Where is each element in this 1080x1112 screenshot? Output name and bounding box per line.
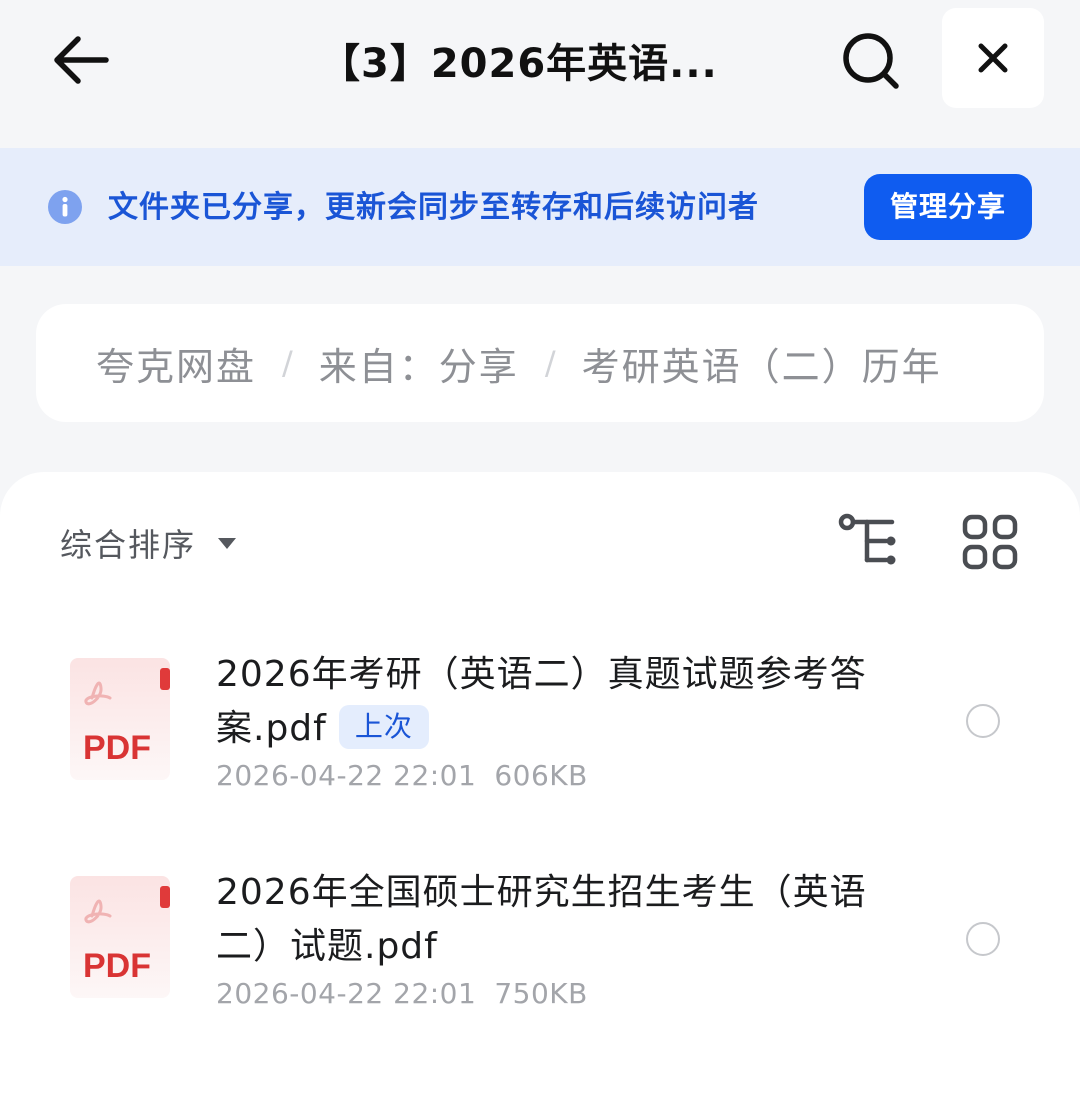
file-date: 2026-04-22 22:01 — [216, 759, 477, 792]
caret-down-icon — [218, 537, 237, 549]
file-meta: 2026-04-22 22:01 606KB — [216, 756, 588, 796]
file-row[interactable]: PDF 2026年全国硕士研究生招生考生（英语二）试题.pdf 2026-04-… — [0, 860, 1080, 1050]
file-row[interactable]: PDF 2026年考研（英语二）真题试题参考答案.pdf 上次 2026-04-2… — [0, 642, 1080, 832]
file-list-panel: 综合排序 PDF 2026年考研（英语二）真题试题参考答案.pdf 上次 202… — [0, 472, 1080, 1112]
banner-message: 文件夹已分享，更新会同步至转存和后续访问者 — [108, 190, 759, 225]
grid-view-icon[interactable] — [962, 514, 1018, 570]
breadcrumb-item-current[interactable]: 考研英语（二）历年 — [582, 336, 942, 391]
file-meta: 2026-04-22 22:01 750KB — [216, 974, 588, 1014]
sort-label: 综合排序 — [60, 526, 197, 564]
breadcrumb-item-root[interactable]: 夸克网盘 — [96, 336, 256, 391]
file-date: 2026-04-22 22:01 — [216, 977, 477, 1010]
manage-share-button[interactable]: 管理分享 — [864, 174, 1032, 240]
pdf-file-icon: PDF — [70, 876, 170, 998]
breadcrumb-separator: / — [282, 344, 293, 382]
close-icon — [978, 43, 1008, 73]
last-opened-badge: 上次 — [338, 705, 429, 749]
close-button[interactable] — [942, 8, 1044, 108]
sort-dropdown[interactable]: 综合排序 — [60, 520, 237, 566]
arrow-left-icon — [54, 36, 109, 84]
svg-text:PDF: PDF — [83, 947, 151, 985]
pdf-file-icon: PDF — [70, 658, 170, 780]
search-button[interactable] — [838, 28, 904, 94]
select-radio[interactable] — [966, 922, 1000, 956]
breadcrumb-item-shared[interactable]: 来自：分享 — [319, 336, 519, 391]
file-name: 2026年考研（英语二）真题试题参考答案.pdf 上次 — [216, 654, 867, 749]
svg-text:PDF: PDF — [83, 729, 151, 767]
breadcrumb: 夸克网盘 / 来自：分享 / 考研英语（二）历年 — [36, 304, 1044, 422]
select-radio[interactable] — [966, 704, 1000, 738]
breadcrumb-separator: / — [544, 344, 556, 382]
tree-view-icon[interactable] — [836, 512, 900, 572]
share-info-banner: 文件夹已分享，更新会同步至转存和后续访问者 管理分享 — [0, 148, 1080, 266]
search-icon — [843, 33, 899, 89]
back-button[interactable] — [48, 30, 112, 90]
info-icon — [48, 190, 82, 224]
file-name: 2026年全国硕士研究生招生考生（英语二）试题.pdf — [216, 872, 867, 967]
file-size: 606KB — [494, 759, 588, 792]
page-title: 【3】2026年英语... — [320, 41, 718, 87]
top-bar: 【3】2026年英语... — [0, 0, 1080, 140]
file-size: 750KB — [494, 977, 588, 1010]
